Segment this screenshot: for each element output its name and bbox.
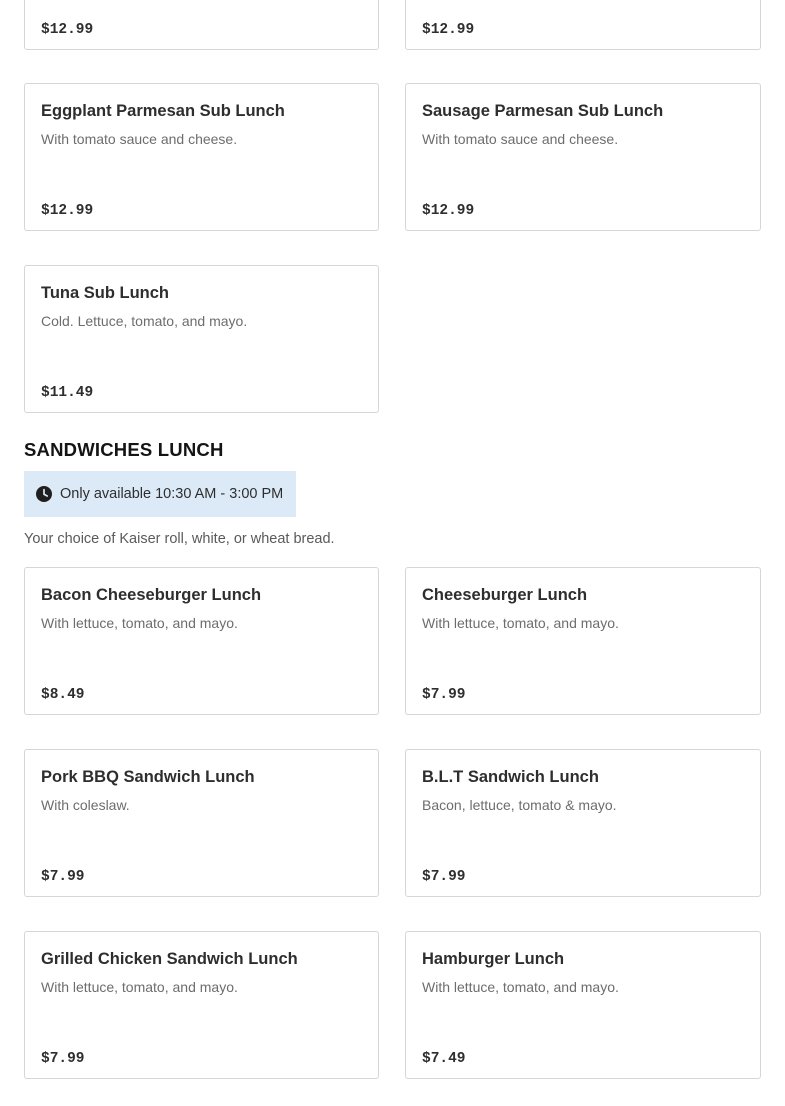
item-name: Grilled Chicken Sandwich Lunch xyxy=(41,950,298,968)
item-name: Tuna Sub Lunch xyxy=(41,284,170,302)
item-price: $12.99 xyxy=(41,22,94,38)
item-price: $7.99 xyxy=(422,869,466,885)
item-name: Hamburger Lunch xyxy=(422,950,565,968)
item-description: With lettuce, tomato, and mayo. xyxy=(41,615,238,631)
availability-banner: Only available 10:30 AM - 3:00 PM xyxy=(24,471,296,517)
item-price: $12.99 xyxy=(41,203,94,219)
item-price: $12.99 xyxy=(422,203,475,219)
menu-item-card[interactable]: Bacon Cheeseburger Lunch With lettuce, t… xyxy=(24,567,379,715)
item-price: $7.99 xyxy=(41,1051,85,1067)
item-description: With tomato sauce and cheese. xyxy=(422,131,619,147)
item-description: With lettuce, tomato, and mayo. xyxy=(422,979,619,995)
item-price: $7.49 xyxy=(422,1051,466,1067)
item-price: $8.49 xyxy=(41,687,85,703)
menu-item-card[interactable]: Tuna Sub Lunch Cold. Lettuce, tomato, an… xyxy=(24,265,379,413)
item-description: With tomato sauce and cheese. xyxy=(41,131,238,147)
menu-item-card[interactable]: Eggplant Parmesan Sub Lunch With tomato … xyxy=(24,83,379,231)
item-description: With lettuce, tomato, and mayo. xyxy=(41,979,238,995)
item-name: Sausage Parmesan Sub Lunch xyxy=(422,102,664,120)
menu-item-card[interactable]: Sausage Parmesan Sub Lunch With tomato s… xyxy=(405,83,761,231)
clock-icon xyxy=(36,486,52,502)
item-name: B.L.T Sandwich Lunch xyxy=(422,768,599,786)
menu-item-card[interactable]: $12.99 xyxy=(24,0,379,50)
item-name: Cheeseburger Lunch xyxy=(422,586,588,604)
section-description: Your choice of Kaiser roll, white, or wh… xyxy=(24,531,335,547)
section-title: SANDWICHES LUNCH xyxy=(24,439,224,460)
item-name: Bacon Cheeseburger Lunch xyxy=(41,586,262,604)
menu-item-card[interactable]: Pork BBQ Sandwich Lunch With coleslaw. $… xyxy=(24,749,379,897)
item-price: $12.99 xyxy=(422,22,475,38)
menu-item-card[interactable]: Cheeseburger Lunch With lettuce, tomato,… xyxy=(405,567,761,715)
menu-item-card[interactable]: $12.99 xyxy=(405,0,761,50)
item-description: With coleslaw. xyxy=(41,797,130,813)
item-description: Cold. Lettuce, tomato, and mayo. xyxy=(41,313,248,329)
availability-text: Only available 10:30 AM - 3:00 PM xyxy=(60,486,284,502)
item-price: $7.99 xyxy=(41,869,85,885)
menu-item-card[interactable]: Hamburger Lunch With lettuce, tomato, an… xyxy=(405,931,761,1079)
item-name: Pork BBQ Sandwich Lunch xyxy=(41,768,255,786)
item-price: $7.99 xyxy=(422,687,466,703)
menu-item-card[interactable]: Grilled Chicken Sandwich Lunch With lett… xyxy=(24,931,379,1079)
item-name: Eggplant Parmesan Sub Lunch xyxy=(41,102,285,120)
item-price: $11.49 xyxy=(41,385,94,401)
item-description: Bacon, lettuce, tomato & mayo. xyxy=(422,797,617,813)
item-description: With lettuce, tomato, and mayo. xyxy=(422,615,619,631)
menu-item-card[interactable]: B.L.T Sandwich Lunch Bacon, lettuce, tom… xyxy=(405,749,761,897)
